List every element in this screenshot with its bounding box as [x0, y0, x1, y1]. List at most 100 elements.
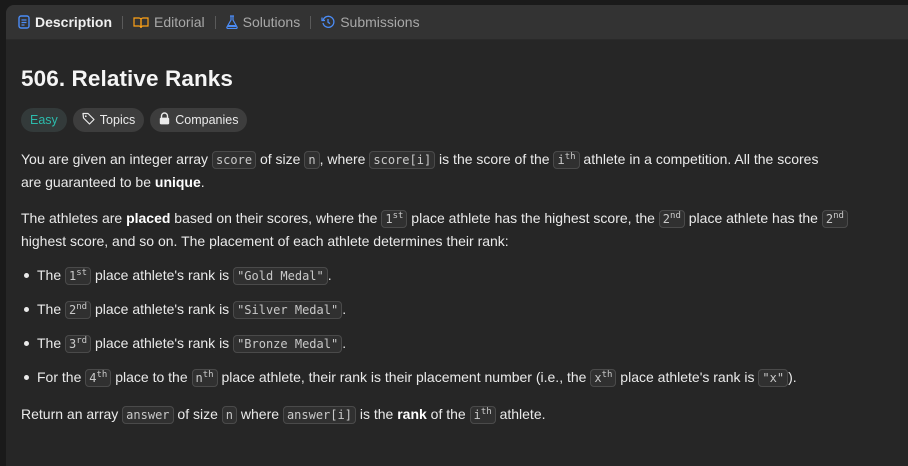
- code-text: i: [473, 408, 481, 422]
- inline-code: answer: [122, 406, 174, 424]
- tab-label: Solutions: [242, 14, 301, 30]
- topics-button[interactable]: Topics: [72, 108, 145, 132]
- inline-code: 1st: [65, 267, 92, 285]
- description-paragraph: The athletes are placed based on their s…: [21, 207, 891, 252]
- text: place athlete has the highest score, the: [407, 210, 659, 226]
- rank-list: The 1st place athlete's rank is "Gold Me…: [21, 264, 908, 389]
- text: place athlete's rank is: [91, 335, 234, 351]
- text: athlete.: [495, 406, 546, 422]
- description-paragraph: You are given an integer array score of …: [21, 148, 841, 193]
- list-item: For the 4th place to the nth place athle…: [24, 366, 908, 389]
- inline-code: n: [304, 151, 320, 169]
- inline-code: 4th: [85, 369, 112, 387]
- tab-divider: [122, 15, 124, 29]
- code-text: x: [594, 371, 602, 385]
- text: You are given an integer array: [21, 151, 212, 167]
- text: place athlete's rank is: [91, 301, 234, 317]
- text: .: [200, 174, 205, 190]
- tab-label: Submissions: [340, 14, 420, 30]
- text: is the: [355, 406, 398, 422]
- text: The: [37, 335, 66, 351]
- text: place athlete's rank is: [616, 369, 759, 385]
- inline-code: xth: [590, 369, 617, 387]
- text: is the score of the: [435, 151, 554, 167]
- superscript: nd: [670, 211, 681, 221]
- tab-divider: [214, 15, 216, 29]
- text: .: [327, 267, 332, 283]
- return-paragraph: Return an array answer of size n where a…: [21, 403, 908, 426]
- text: place to the: [111, 369, 192, 385]
- tab-editorial[interactable]: Editorial: [129, 14, 209, 30]
- inline-code: "Gold Medal": [233, 267, 328, 285]
- superscript: th: [564, 152, 576, 162]
- code-text: i: [557, 153, 565, 167]
- text: .: [342, 301, 347, 317]
- bold-text: placed: [126, 210, 171, 226]
- companies-button[interactable]: Companies: [150, 108, 248, 132]
- inline-code: 1st: [381, 210, 408, 228]
- code-text: 2: [662, 212, 671, 226]
- text: The: [37, 301, 66, 317]
- text: based on their scores, where the: [170, 210, 382, 226]
- inline-code: ith: [469, 406, 496, 424]
- inline-code: score[i]: [369, 151, 436, 169]
- companies-label: Companies: [175, 113, 239, 127]
- lock-icon: [159, 112, 170, 128]
- text: ).: [788, 369, 797, 385]
- superscript: rd: [76, 336, 88, 346]
- tab-description[interactable]: Description: [14, 14, 116, 30]
- list-item: The 2nd place athlete's rank is "Silver …: [24, 298, 908, 321]
- inline-code: 2nd: [65, 301, 92, 319]
- list-item: The 1st place athlete's rank is "Gold Me…: [24, 264, 908, 287]
- inline-code: nth: [191, 369, 218, 387]
- text: For the: [37, 369, 86, 385]
- text: The: [37, 267, 66, 283]
- tab-submissions[interactable]: Submissions: [317, 14, 423, 30]
- tab-divider: [310, 15, 312, 29]
- superscript: nd: [833, 211, 844, 221]
- difficulty-badge[interactable]: Easy: [21, 108, 67, 132]
- inline-code: 3rd: [65, 335, 92, 353]
- text: place athlete has the: [684, 210, 822, 226]
- tab-label: Description: [35, 14, 113, 30]
- inline-code: ith: [553, 151, 580, 169]
- text: of size: [256, 151, 305, 167]
- bold-text: unique: [154, 174, 201, 190]
- text: place athlete, their rank is their place…: [217, 369, 591, 385]
- text: , where: [319, 151, 370, 167]
- superscript: th: [601, 370, 613, 380]
- bold-text: rank: [397, 406, 427, 422]
- superscript: st: [76, 268, 88, 278]
- problem-content: 506. Relative Ranks Easy Topics Companie…: [6, 40, 908, 426]
- text: of size: [173, 406, 222, 422]
- text: place athlete's rank is: [91, 267, 234, 283]
- history-icon: [321, 15, 335, 29]
- code-text: n: [195, 371, 203, 385]
- book-icon: [133, 16, 149, 29]
- inline-code: 2nd: [658, 210, 685, 228]
- tab-bar: Description Editorial Solutions Submissi…: [6, 5, 908, 40]
- flask-icon: [225, 15, 238, 29]
- inline-code: "Bronze Medal": [233, 335, 343, 353]
- text: .: [342, 335, 347, 351]
- inline-code: answer[i]: [282, 406, 356, 424]
- tab-solutions[interactable]: Solutions: [222, 14, 305, 30]
- problem-title: 506. Relative Ranks: [21, 66, 234, 91]
- tab-label: Editorial: [154, 14, 205, 30]
- text: The athletes are: [21, 210, 127, 226]
- text: of the: [426, 406, 470, 422]
- list-item: The 3rd place athlete's rank is "Bronze …: [24, 332, 908, 355]
- inline-code: "x": [758, 369, 789, 387]
- problem-badges: Easy Topics Companies: [21, 108, 908, 132]
- superscript: nd: [76, 302, 88, 312]
- superscript: th: [202, 370, 214, 380]
- inline-code: score: [211, 151, 257, 169]
- inline-code: 2nd: [821, 210, 848, 228]
- code-text: 1: [385, 212, 393, 226]
- text: where: [237, 406, 283, 422]
- difficulty-label: Easy: [30, 113, 58, 127]
- text: Return an array: [21, 406, 123, 422]
- superscript: th: [96, 370, 108, 380]
- text: highest score, and so on. The placement …: [21, 233, 509, 249]
- superscript: th: [480, 407, 492, 417]
